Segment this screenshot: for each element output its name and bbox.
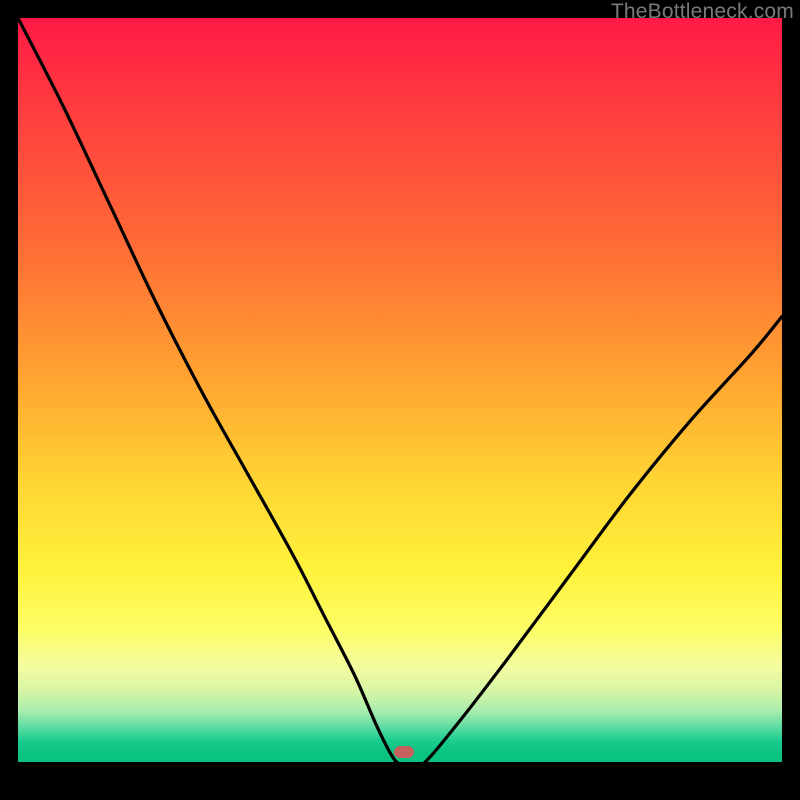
optimum-marker xyxy=(394,746,414,758)
bottleneck-curve xyxy=(18,18,782,764)
curve-path xyxy=(18,18,782,764)
plot-area xyxy=(18,18,782,764)
chart-stage: TheBottleneck.com xyxy=(0,0,800,800)
watermark-text: TheBottleneck.com xyxy=(611,0,794,24)
